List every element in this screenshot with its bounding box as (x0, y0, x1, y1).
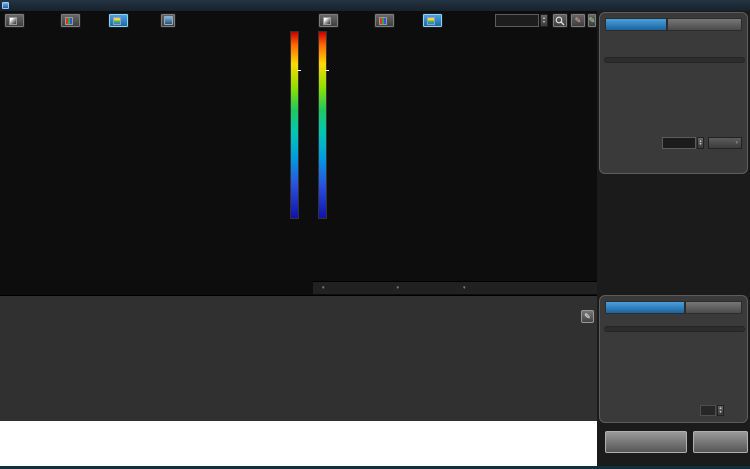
status-xy: ▾ (319, 285, 328, 291)
view3d-height-button[interactable] (108, 13, 129, 28)
magnifier-button[interactable] (552, 13, 568, 28)
tab-auxiliary-tools[interactable] (685, 301, 742, 314)
2d-image-view[interactable] (336, 31, 593, 281)
color-icon (379, 17, 387, 25)
height-profile-chart (1, 307, 579, 419)
cancel-button[interactable] (693, 431, 748, 453)
magnifier-icon (555, 16, 565, 26)
colorbar-gradient (290, 31, 299, 219)
color-icon (65, 17, 73, 25)
2d-status-bar: ▾ ▾ ▾ (313, 281, 597, 294)
status-height[interactable]: ▾ (394, 285, 403, 291)
pen-green-button[interactable]: ✎ (587, 13, 597, 28)
height-profile-panel: ✎ (0, 295, 597, 421)
create-report-button[interactable] (605, 431, 687, 453)
panel-measure: ▲▼ (599, 295, 748, 423)
distance-input[interactable] (700, 405, 716, 416)
intensity-icon (9, 17, 17, 25)
3d-height-map[interactable] (0, 29, 286, 291)
view3d-display-option-button[interactable] (160, 13, 176, 28)
pencil-icon: ✎ (584, 312, 591, 321)
height-icon (427, 17, 435, 25)
chevron-down-icon: ▾ (322, 285, 325, 291)
results-table (0, 421, 597, 466)
height-icon (113, 17, 121, 25)
view2d-color-button[interactable] (374, 13, 395, 28)
view2d-intensity-button[interactable] (318, 13, 339, 28)
view3d-intensity-button[interactable] (4, 13, 25, 28)
distance-stepper[interactable]: ▲▼ (717, 405, 724, 416)
3d-view-icon (164, 16, 173, 25)
view3d-color-button[interactable] (60, 13, 81, 28)
chevron-down-icon: ▾ (397, 285, 400, 291)
view2d-colorbar (310, 31, 338, 219)
status-intensity[interactable]: ▾ (460, 285, 469, 291)
line-width-input[interactable] (662, 137, 696, 149)
pen-red-button[interactable]: ✎ (570, 13, 586, 28)
line-width-stepper[interactable]: ▲▼ (697, 137, 704, 149)
application-window: ▲▼ ✎ ✎ ▾ ▾ ▾ ▲▼ (0, 0, 750, 469)
tab-line-type[interactable] (605, 18, 667, 31)
view2d-height-button[interactable] (422, 13, 443, 28)
line-width-unit-select[interactable]: ▾ (708, 137, 742, 149)
tab-auxiliary-tools[interactable] (667, 18, 742, 31)
intensity-icon (323, 17, 331, 25)
chevron-down-icon: ▾ (463, 285, 466, 291)
app-icon (2, 2, 9, 9)
panel-specify-measurement-line: ▲▼ ▾ (599, 12, 748, 174)
pen-red-icon: ✎ (575, 16, 582, 25)
title-bar (0, 0, 750, 11)
pen-green-icon: ✎ (589, 16, 596, 25)
tab-measuring-function[interactable] (605, 301, 685, 314)
edit-profile-button[interactable]: ✎ (581, 310, 594, 323)
view3d-colorbar (282, 31, 310, 219)
chevron-down-icon: ▾ (735, 140, 738, 146)
colorbar-gradient (318, 31, 327, 219)
zoom-stepper[interactable]: ▲▼ (540, 14, 548, 27)
zoom-select[interactable] (495, 14, 539, 27)
